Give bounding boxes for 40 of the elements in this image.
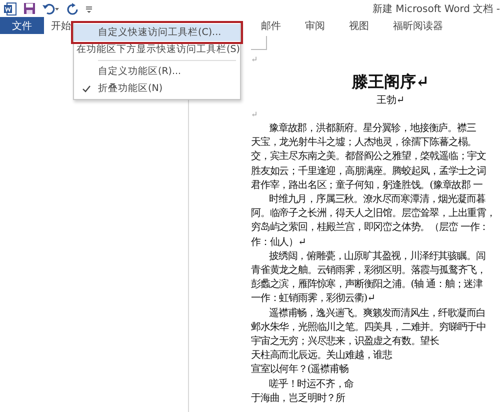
word-logo-icon[interactable] (3, 2, 17, 16)
text-line: 宇宙之无穷；兴尽悲来，识盈虚之有数。望长 (251, 335, 440, 350)
text-line: 嗟乎！时运不齐，命 (268, 378, 355, 392)
text-line: 披绣闼，俯雕甍，山原旷其盈视，川泽纡其骇瞩。闾 (268, 250, 486, 264)
text-line: 君作宰，路出名区；童子何知，躬逢胜饯。(豫章故郡 一 (251, 178, 484, 193)
window-title: 新建 Microsoft Word 文档 - (372, 2, 500, 16)
text-line: 遥襟甫畅，逸兴遄飞。爽籁发而清风生，纤歌凝而白 (268, 306, 486, 321)
text-line: 胜友如云；千里逢迎，高朋满座。腾蛟起凤，孟学士之词 (251, 164, 488, 179)
text-line: 彭蠡之滨，雁阵惊寒，声断衡阳之浦。(轴 通：舳；迷津 (251, 278, 484, 292)
text-line: 作：仙人）↵ (251, 236, 307, 250)
text-line: 青雀黄龙之舳。云销雨霁，彩彻区明。落霞与孤鹜齐飞， (251, 264, 488, 278)
text-line: 邺水朱华，光照临川之笔。四美具，二难并。穷睇眄于中 (251, 320, 488, 335)
paragraph-mark: ↵ (251, 54, 258, 66)
text-line: 宣室以何年？(遥襟甫畅 (251, 363, 350, 378)
text-line: 天柱高而北辰远。关山难越，谁悲 (251, 349, 394, 364)
text-line: 于海曲，岂乏明时？所 (251, 392, 346, 406)
text-line: 天宝，龙光射牛斗之墟；人杰地灵，徐孺下陈蕃之榻。 (251, 136, 478, 150)
menu-item[interactable]: 在功能区下方显示快速访问工具栏(S) (74, 41, 240, 58)
text-line: 时维九月，序属三秋。潦水尽而寒潭清，烟光凝而暮 (268, 193, 486, 208)
menu-item[interactable]: 折叠功能区(N) (74, 80, 240, 97)
document-author: 王勃↵ (375, 94, 406, 108)
ribbon-tab[interactable]: 审阅 (298, 17, 332, 34)
document-title: 滕王阁序↵ (350, 71, 430, 93)
crop-mark-icon (251, 36, 267, 50)
redo-icon[interactable] (66, 2, 79, 14)
text-line: 一作：虹销雨霁，彩彻云衢)↵ (251, 292, 376, 306)
ribbon-tab[interactable]: 福昕阅读器 (386, 17, 450, 34)
ribbon-tab[interactable]: 文件 (0, 17, 44, 34)
menu-item[interactable]: 自定义快速访问工具栏(C)... (74, 24, 240, 41)
menu-item[interactable]: 自定义功能区(R)... (74, 63, 240, 80)
text-line: 豫章故郡，洪都新府。星分翼轸，地接衡庐。襟三 (268, 122, 477, 136)
save-icon[interactable] (23, 2, 36, 15)
paragraph-mark: ↵ (251, 109, 258, 121)
ribbon-tab[interactable]: 邮件 (254, 17, 288, 34)
customize-toolbar-icon[interactable] (85, 4, 93, 14)
undo-icon[interactable] (42, 2, 60, 14)
text-line: 交，宾主尽东南之美。都督阎公之雅望，棨戟遥临；宇文 (251, 150, 488, 164)
text-line: 穷岛屿之萦回，桂殿兰宫，即冈峦之体势。（层峦 一作： (251, 221, 490, 236)
ribbon-tab[interactable]: 视图 (342, 17, 376, 34)
text-line: 阿。临帝子之长洲，得天人之旧馆。层峦耸翠，上出重霄， (251, 207, 496, 222)
